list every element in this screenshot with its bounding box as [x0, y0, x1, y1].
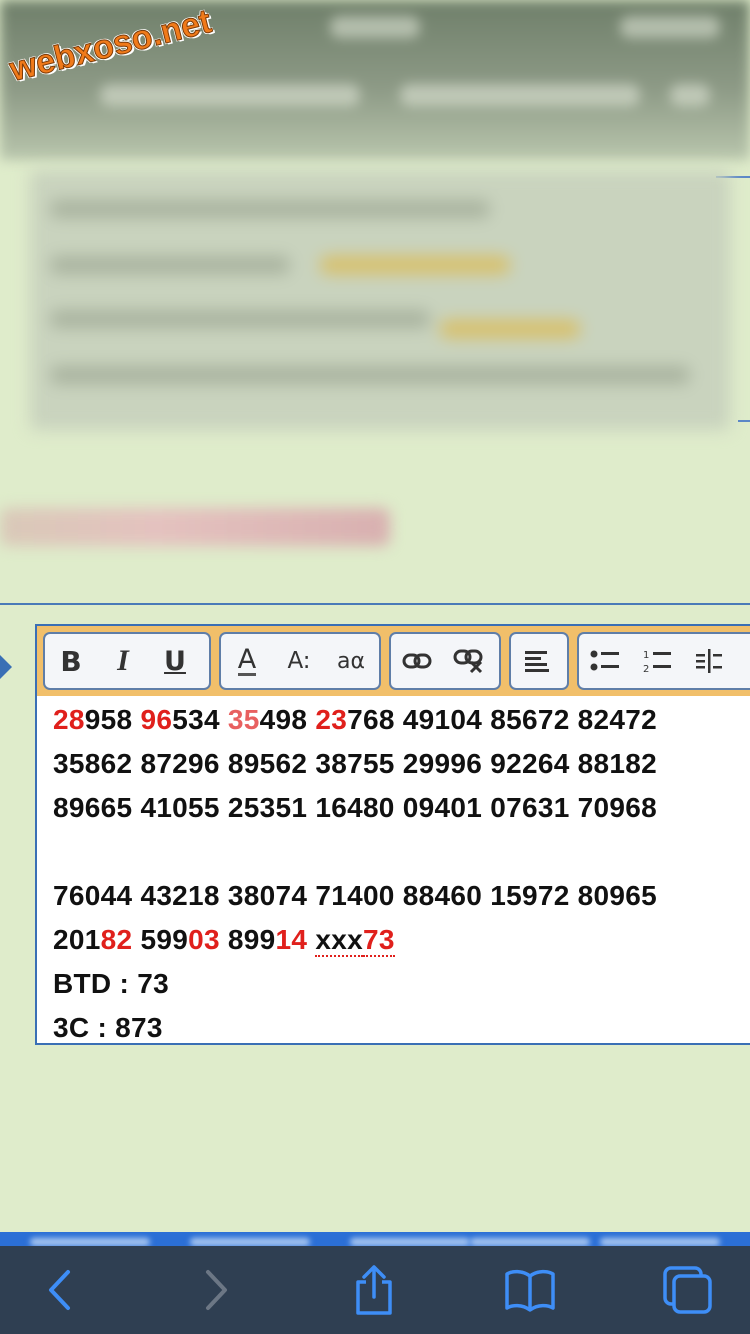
text-segment: xxx	[315, 924, 363, 957]
highlighted-number: 28	[53, 704, 85, 735]
italic-button[interactable]: I	[97, 634, 149, 688]
font-case-button[interactable]: aα	[325, 634, 377, 688]
blurred-post-content	[30, 170, 730, 430]
editor-line: 28958 96534 35498 23768 49104 85672 8247…	[53, 698, 750, 742]
text-segment: 768 49104 85672 82472	[347, 704, 658, 735]
indent-icon	[696, 649, 722, 673]
text-segment: 958	[84, 704, 141, 735]
bullet-list-button[interactable]	[579, 634, 631, 688]
insert-link-button[interactable]	[391, 634, 443, 688]
editor-line: BTD : 73	[53, 962, 750, 1006]
editor-line: 76044 43218 38074 71400 88460 15972 8096…	[53, 874, 750, 918]
text-segment: 498	[259, 704, 316, 735]
font-color-icon: A	[237, 643, 257, 676]
svg-text:1: 1	[643, 650, 649, 661]
font-size-icon: A:	[287, 648, 311, 674]
back-button[interactable]	[30, 1262, 90, 1318]
section-divider	[0, 603, 750, 605]
back-icon	[49, 1270, 70, 1310]
editor-toolbar: B I U A A: aα 1 2	[37, 626, 750, 696]
rich-text-editor[interactable]: B I U A A: aα 1 2 28958 96534 35498 2376…	[35, 624, 750, 1045]
highlighted-number: 03	[188, 924, 220, 955]
text-segment: 3C : 873	[53, 1012, 163, 1043]
toolbar-group-font: A A: aα	[219, 632, 381, 690]
editor-line: 89665 41055 25351 16480 09401 07631 7096…	[53, 786, 750, 830]
bullet-list-icon	[590, 650, 619, 671]
align-left-icon	[525, 651, 549, 672]
remove-link-button[interactable]	[443, 634, 495, 688]
highlighted-number: 96	[140, 704, 173, 735]
underline-icon: U	[164, 645, 186, 677]
highlighted-number: 35	[227, 704, 260, 735]
bookmarks-icon	[505, 1269, 555, 1312]
numbered-list-button[interactable]: 1 2	[631, 634, 683, 688]
toolbar-group-text-style: B I U	[43, 632, 211, 690]
share-button[interactable]	[344, 1262, 404, 1318]
bold-icon: B	[60, 644, 82, 678]
toolbar-group-list: 1 2	[577, 632, 750, 690]
text-segment: 89665 41055 25351 16480 09401 07631 7096…	[53, 792, 658, 823]
italic-icon: I	[117, 644, 129, 677]
font-color-button[interactable]: A	[221, 634, 273, 688]
text-segment: 201	[53, 924, 101, 955]
blurred-header	[0, 0, 750, 160]
svg-text:2: 2	[643, 664, 649, 674]
align-left-button[interactable]	[511, 634, 563, 688]
editor-line: 20182 59903 89914 xxx73	[53, 918, 750, 962]
unlink-icon	[453, 649, 483, 674]
indent-button[interactable]	[683, 634, 735, 688]
bookmarks-button[interactable]	[500, 1262, 560, 1318]
highlighted-number: 73	[363, 924, 395, 957]
text-segment: BTD : 73	[53, 968, 169, 999]
caret-right-icon	[0, 655, 12, 679]
browser-toolbar	[0, 1246, 750, 1334]
highlighted-number: 14	[275, 924, 308, 955]
text-segment: 76044 43218 38074 71400 88460 15972 8096…	[53, 880, 658, 911]
text-segment: 35862 87296 89562 38755 29996 92264 8818…	[53, 748, 658, 779]
tabs-icon	[663, 1266, 712, 1314]
underline-button[interactable]: U	[149, 634, 201, 688]
forward-button[interactable]	[186, 1262, 246, 1318]
text-segment: 899	[219, 924, 276, 955]
share-icon	[356, 1265, 392, 1315]
tabs-button[interactable]	[658, 1262, 718, 1318]
editor-line: 35862 87296 89562 38755 29996 92264 8818…	[53, 742, 750, 786]
editor-content-area[interactable]: 28958 96534 35498 23768 49104 85672 8247…	[53, 698, 750, 1050]
toolbar-group-align	[509, 632, 569, 690]
text-segment: 599	[132, 924, 189, 955]
numbered-list-icon: 1 2	[643, 650, 671, 674]
toolbar-group-link	[389, 632, 501, 690]
text-segment: 534	[172, 704, 228, 735]
highlighted-number: 82	[100, 924, 133, 955]
font-size-button[interactable]: A:	[273, 634, 325, 688]
editor-line: 3C : 873	[53, 1006, 750, 1050]
blurred-username-strip	[0, 508, 390, 546]
font-case-icon: aα	[337, 648, 365, 674]
bold-button[interactable]: B	[45, 634, 97, 688]
forward-icon	[206, 1270, 227, 1310]
link-icon	[402, 653, 432, 669]
divider-line	[738, 420, 750, 422]
highlighted-number: 23	[315, 704, 348, 735]
